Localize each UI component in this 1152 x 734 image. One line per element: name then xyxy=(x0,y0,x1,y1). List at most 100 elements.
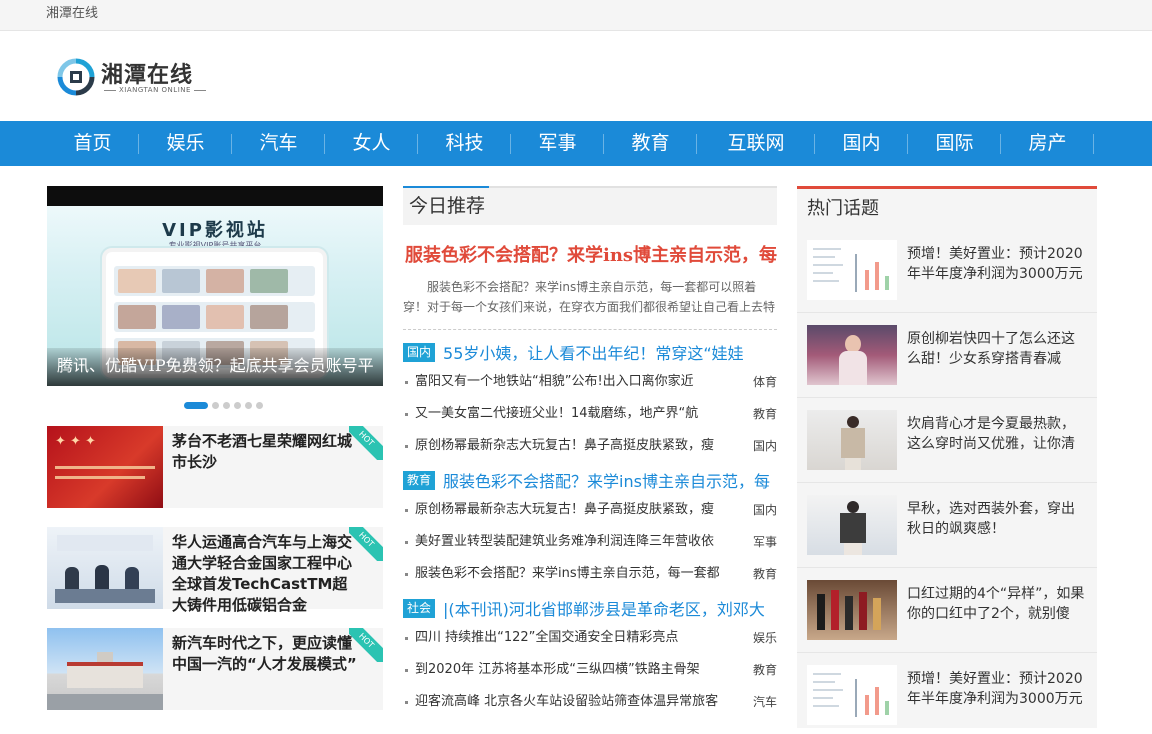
logo-name: 湘潭在线 xyxy=(101,62,194,88)
news-row-category[interactable]: 军事 xyxy=(751,526,777,558)
news-row[interactable]: 原创杨幂最新杂志大玩复古！鼻子高挺皮肤紧致，瘦 国内 xyxy=(403,430,777,462)
slider-dot[interactable] xyxy=(223,402,230,409)
news-row[interactable]: 到2020年 江苏将基本形成“三纵四横”铁路主骨架 教育 xyxy=(403,654,777,686)
nav-item-international[interactable]: 国际 xyxy=(908,121,1001,166)
news-row-title[interactable]: 四川 持续推出“122”全国交通安全日精彩亮点 xyxy=(415,622,737,654)
news-row-title[interactable]: 又一美女富二代接班父业！14载磨练，地产界“航 xyxy=(415,398,737,430)
topic-item[interactable]: 坎肩背心才是今夏最热款，这么穿时尚又优雅，让你清 xyxy=(797,398,1097,483)
group-title[interactable]: |(本刊讯)河北省邯郸涉县是革命老区，刘邓大 xyxy=(443,596,765,620)
topic-thumbnail xyxy=(807,410,897,470)
news-row-category[interactable]: 汽车 xyxy=(751,686,777,718)
slider-dot[interactable] xyxy=(212,402,219,409)
news-group: 社会 |(本刊讯)河北省邯郸涉县是革命老区，刘邓大 四川 持续推出“122”全国… xyxy=(403,594,777,718)
nav-item-women[interactable]: 女人 xyxy=(325,121,418,166)
hot-item-title[interactable]: 华人运通高合汽车与上海交通大学轻合金国家工程中心全球首发TechCastTM超大… xyxy=(172,532,362,616)
recommend-header: 今日推荐 xyxy=(403,186,777,225)
news-row-category[interactable]: 国内 xyxy=(751,430,777,462)
hot-item-title[interactable]: 茅台不老酒七星荣耀网红城市长沙 xyxy=(172,431,362,473)
nav-item-entertainment[interactable]: 娱乐 xyxy=(139,121,232,166)
topic-thumbnail xyxy=(807,240,897,300)
main-nav: 首页 娱乐 汽车 女人 科技 军事 教育 互联网 国内 国际 房产 xyxy=(0,121,1152,166)
hot-item-thumbnail: ✦ ✦ ✦ xyxy=(47,426,163,508)
news-row-title[interactable]: 富阳又有一个地铁站“相貌”公布!出入口离你家近 xyxy=(415,366,737,398)
slide-caption[interactable]: 腾讯、优酷VIP免费领？起底共享会员账号平 xyxy=(47,348,383,386)
hot-item-thumbnail xyxy=(47,628,163,710)
featured-slider[interactable]: VIP影视站 专业影视VIP账号共享平台 腾讯、优酷VIP免费领？起底共享会员账… xyxy=(47,186,383,386)
category-badge[interactable]: 社会 xyxy=(403,598,436,618)
hot-item-title[interactable]: 新汽车时代之下，更应读懂中国一汽的“人才发展模式” xyxy=(172,633,362,675)
nav-item-auto[interactable]: 汽车 xyxy=(232,121,325,166)
category-badge[interactable]: 教育 xyxy=(403,470,436,490)
hot-list-item[interactable]: 新汽车时代之下，更应读懂中国一汽的“人才发展模式” HOT xyxy=(47,628,383,710)
slide-image-title: VIP影视站 xyxy=(162,220,268,241)
main-content: VIP影视站 专业影视VIP账号共享平台 腾讯、优酷VIP免费领？起底共享会员账… xyxy=(0,166,1152,734)
topic-item[interactable]: 口红过期的4个“异样”，如果你的口红中了2个，就别傻 xyxy=(797,568,1097,653)
news-row-category[interactable]: 国内 xyxy=(751,494,777,526)
topic-thumbnail xyxy=(807,665,897,725)
hot-badge: HOT xyxy=(349,426,383,460)
divider xyxy=(403,329,777,330)
logo-subtitle: XIANGTAN ONLINE xyxy=(101,86,209,94)
hot-badge: HOT xyxy=(349,628,383,662)
news-row[interactable]: 又一美女富二代接班父业！14载磨练，地产界“航 教育 xyxy=(403,398,777,430)
topic-title[interactable]: 坎肩背心才是今夏最热款，这么穿时尚又优雅，让你清 xyxy=(907,414,1085,454)
slider-dots xyxy=(184,402,263,410)
topic-title[interactable]: 原创柳岩快四十了怎么还这么甜！少女系穿搭青春减 xyxy=(907,329,1085,369)
news-row-category[interactable]: 教育 xyxy=(751,654,777,686)
topic-title[interactable]: 预增！美好置业：预计2020年半年度净利润为3000万元 xyxy=(907,244,1085,284)
topic-item[interactable]: 预增！美好置业：预计2020年半年度净利润为3000万元 xyxy=(797,228,1097,313)
recommend-summary: 服装色彩不会搭配？来学ins博主亲自示范，每一套都可以照着穿！对于每一个女孩们来… xyxy=(403,280,776,314)
news-row-title[interactable]: 原创杨幂最新杂志大玩复古！鼻子高挺皮肤紧致，瘦 xyxy=(415,430,737,462)
news-row-title[interactable]: 到2020年 江苏将基本形成“三纵四横”铁路主骨架 xyxy=(415,654,737,686)
hot-topics-panel: 热门话题 预增！美好置业：预计2020年半年度净利润为3000万元 原创柳岩快四… xyxy=(797,186,1097,728)
hot-badge: HOT xyxy=(349,527,383,561)
topic-title[interactable]: 早秋，选对西装外套，穿出秋日的飒爽感！ xyxy=(907,499,1085,539)
category-badge[interactable]: 国内 xyxy=(403,342,436,362)
topic-item[interactable]: 原创柳岩快四十了怎么还这么甜！少女系穿搭青春减 xyxy=(797,313,1097,398)
group-title[interactable]: 服装色彩不会搭配？来学ins博主亲自示范，每 xyxy=(443,468,770,492)
logo-mark-icon xyxy=(57,58,95,96)
hot-topics-header: 热门话题 xyxy=(807,198,879,219)
slider-dot[interactable] xyxy=(234,402,241,409)
nav-item-realestate[interactable]: 房产 xyxy=(1001,121,1094,166)
hot-list-item[interactable]: 华人运通高合汽车与上海交通大学轻合金国家工程中心全球首发TechCastTM超大… xyxy=(47,527,383,614)
news-row[interactable]: 服装色彩不会搭配？来学ins博主亲自示范，每一套都 教育 xyxy=(403,558,777,590)
recommend-panel: 今日推荐 服装色彩不会搭配？来学ins博主亲自示范，每 服装色彩不会搭配？来学i… xyxy=(403,186,777,718)
nav-item-tech[interactable]: 科技 xyxy=(418,121,511,166)
topic-title[interactable]: 预增！美好置业：预计2020年半年度净利润为3000万元 xyxy=(907,669,1085,709)
news-group: 国内 55岁小姨，让人看不出年纪！常穿这“娃娃 富阳又有一个地铁站“相貌”公布!… xyxy=(403,338,777,462)
recommend-headline[interactable]: 服装色彩不会搭配？来学ins博主亲自示范，每 xyxy=(403,241,777,267)
news-row-category[interactable]: 教育 xyxy=(751,558,777,590)
news-row[interactable]: 美好置业转型装配建筑业务难净利润连降三年营收依 军事 xyxy=(403,526,777,558)
news-row-title[interactable]: 美好置业转型装配建筑业务难净利润连降三年营收依 xyxy=(415,526,737,558)
slider-dot[interactable] xyxy=(245,402,252,409)
topic-title[interactable]: 口红过期的4个“异样”，如果你的口红中了2个，就别傻 xyxy=(907,584,1085,624)
nav-item-domestic[interactable]: 国内 xyxy=(815,121,908,166)
news-row[interactable]: 四川 持续推出“122”全国交通安全日精彩亮点 娱乐 xyxy=(403,622,777,654)
site-logo[interactable]: 湘潭在线 XIANGTAN ONLINE xyxy=(56,55,216,101)
news-row[interactable]: 迎客流高峰 北京各火车站设留验站筛查体温异常旅客 汽车 xyxy=(403,686,777,718)
topbar-site-name: 湘潭在线 xyxy=(46,6,99,21)
news-row-category[interactable]: 体育 xyxy=(751,366,777,398)
topic-item[interactable]: 预增！美好置业：预计2020年半年度净利润为3000万元 xyxy=(797,653,1097,734)
nav-item-internet[interactable]: 互联网 xyxy=(697,121,815,166)
news-row[interactable]: 富阳又有一个地铁站“相貌”公布!出入口离你家近 体育 xyxy=(403,366,777,398)
slider-dot[interactable] xyxy=(256,402,263,409)
recommend-header-title: 今日推荐 xyxy=(409,195,486,217)
news-row-category[interactable]: 教育 xyxy=(751,398,777,430)
slider-dot[interactable] xyxy=(184,402,208,409)
news-row-title[interactable]: 服装色彩不会搭配？来学ins博主亲自示范，每一套都 xyxy=(415,558,737,590)
hot-list-item[interactable]: ✦ ✦ ✦ 茅台不老酒七星荣耀网红城市长沙 HOT xyxy=(47,426,383,508)
news-row[interactable]: 原创杨幂最新杂志大玩复古！鼻子高挺皮肤紧致，瘦 国内 xyxy=(403,494,777,526)
news-row-title[interactable]: 迎客流高峰 北京各火车站设留验站筛查体温异常旅客 xyxy=(415,686,737,718)
nav-item-home[interactable]: 首页 xyxy=(46,121,139,166)
nav-item-education[interactable]: 教育 xyxy=(604,121,697,166)
group-title[interactable]: 55岁小姨，让人看不出年纪！常穿这“娃娃 xyxy=(443,340,744,364)
top-bar: 湘潭在线 xyxy=(0,0,1152,31)
topic-item[interactable]: 早秋，选对西装外套，穿出秋日的飒爽感！ xyxy=(797,483,1097,568)
header: 湘潭在线 XIANGTAN ONLINE xyxy=(0,31,1152,121)
news-row-title[interactable]: 原创杨幂最新杂志大玩复古！鼻子高挺皮肤紧致，瘦 xyxy=(415,494,737,526)
nav-item-military[interactable]: 军事 xyxy=(511,121,604,166)
news-row-category[interactable]: 娱乐 xyxy=(751,622,777,654)
news-group: 教育 服装色彩不会搭配？来学ins博主亲自示范，每 原创杨幂最新杂志大玩复古！鼻… xyxy=(403,466,777,590)
